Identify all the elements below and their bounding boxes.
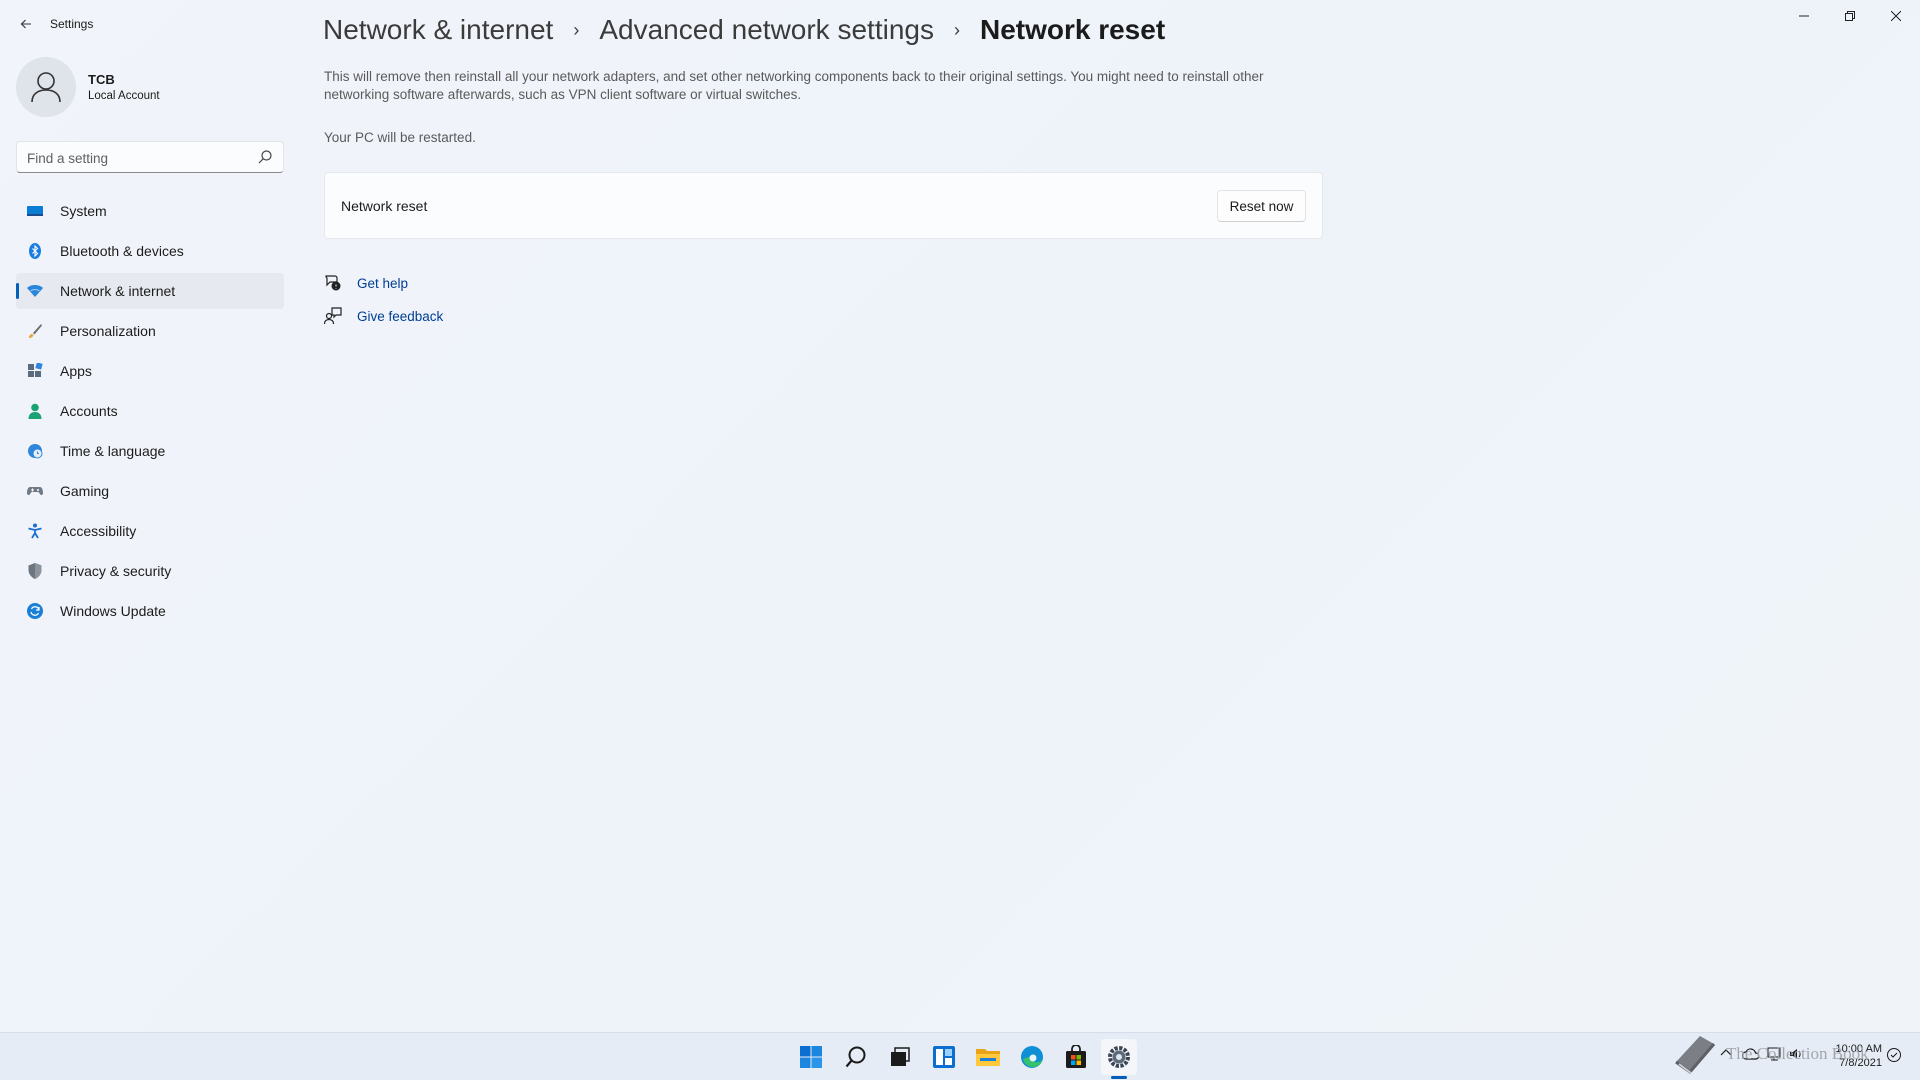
breadcrumb-advanced-network-settings[interactable]: Advanced network settings [599, 14, 934, 46]
page-title: Network reset [979, 14, 1166, 45]
search-box[interactable] [16, 141, 284, 173]
sidebar-item-time-language[interactable]: Time & language [16, 433, 284, 469]
back-arrow-icon [20, 19, 31, 29]
app-title: Settings [50, 17, 94, 31]
taskbar-file-explorer-button[interactable] [970, 1039, 1006, 1075]
help-icon [325, 275, 341, 291]
book-icon [1675, 1036, 1716, 1075]
search-icon[interactable] [257, 149, 273, 165]
start-icon [800, 1046, 822, 1068]
sidebar-item-apps[interactable]: Apps [16, 353, 284, 389]
sidebar-item-label: Bluetooth & devices [60, 243, 184, 259]
sidebar-item-label: Personalization [60, 323, 156, 339]
breadcrumb-network-internet[interactable]: Network & internet [323, 14, 553, 46]
taskbar-store-button[interactable] [1058, 1039, 1094, 1075]
taskbar-widgets-button[interactable] [926, 1039, 962, 1075]
sidebar-item-gaming[interactable]: Gaming [16, 473, 284, 509]
brush-icon [29, 324, 42, 338]
gamepad-icon [27, 487, 43, 496]
sidebar-item-system[interactable]: System [16, 193, 284, 229]
sidebar-item-label: Apps [60, 363, 92, 379]
sidebar-item-windows-update[interactable]: Windows Update [16, 593, 284, 629]
sidebar-item-label: Accounts [60, 403, 118, 419]
user-name: TCB [88, 72, 115, 87]
accessibility-icon [28, 523, 42, 539]
feedback-icon [324, 307, 342, 325]
sidebar-item-label: Accessibility [60, 523, 137, 539]
taskbar-task-view-button[interactable] [882, 1039, 918, 1075]
sidebar-item-label: System [60, 203, 107, 219]
sidebar-item-label: Privacy & security [60, 563, 172, 579]
restore-icon [1845, 11, 1855, 21]
active-app-indicator [1111, 1076, 1127, 1079]
sidebar-item-privacy[interactable]: Privacy & security [16, 553, 284, 589]
get-help-row[interactable]: Get help [324, 273, 408, 293]
search-input[interactable] [27, 148, 247, 168]
back-button[interactable] [14, 12, 38, 36]
sidebar-item-label: Network & internet [60, 283, 176, 299]
sidebar-item-label: Gaming [60, 483, 110, 499]
reset-now-button[interactable]: Reset now [1217, 190, 1306, 222]
wifi-icon [27, 285, 43, 297]
sidebar-item-label: Windows Update [60, 603, 166, 619]
taskbar-start-button[interactable] [793, 1039, 829, 1075]
breadcrumb: Network & internet › Advanced network se… [323, 10, 1165, 50]
user-icon [31, 72, 61, 103]
accounts-icon [28, 403, 42, 419]
sidebar-item-label: Time & language [60, 443, 166, 459]
close-button[interactable] [1873, 0, 1919, 32]
sidebar-item-accessibility[interactable]: Accessibility [16, 513, 284, 549]
taskbar-search-button[interactable] [838, 1039, 874, 1075]
sidebar-item-network[interactable]: Network & internet [16, 273, 284, 309]
network-reset-card: Network reset Reset now [324, 172, 1323, 239]
task-view-icon [891, 1047, 910, 1066]
widgets-icon [933, 1046, 955, 1068]
restore-button[interactable] [1827, 0, 1873, 32]
shield-icon [28, 563, 42, 579]
sidebar-item-personalization[interactable]: Personalization [16, 313, 284, 349]
file-explorer-icon [976, 1049, 1000, 1066]
bluetooth-icon [29, 243, 41, 259]
globe-clock-icon [28, 444, 43, 459]
avatar[interactable] [16, 57, 76, 117]
chevron-right-icon: › [953, 19, 960, 40]
close-icon [1891, 11, 1901, 21]
taskbar: 10:00 AM 7/8/2021 [0, 1032, 1920, 1080]
restart-note: Your PC will be restarted. [324, 130, 476, 145]
sidebar-nav: System Bluetooth & devices Network & int… [16, 193, 284, 633]
minimize-icon [1799, 15, 1809, 17]
account-type: Local Account [88, 90, 160, 102]
notification-icon[interactable] [1886, 1047, 1902, 1066]
edge-icon [1021, 1046, 1043, 1068]
store-icon [1066, 1045, 1086, 1068]
sidebar-item-bluetooth[interactable]: Bluetooth & devices [16, 233, 284, 269]
update-icon [27, 603, 43, 619]
settings-icon [1108, 1046, 1130, 1068]
card-label: Network reset [341, 198, 428, 214]
sidebar-item-accounts[interactable]: Accounts [16, 393, 284, 429]
watermark: The Collection Book [1670, 1030, 1869, 1078]
description-text: This will remove then reinstall all your… [324, 69, 1264, 102]
give-feedback-link[interactable]: Give feedback [357, 309, 443, 324]
minimize-button[interactable] [1781, 0, 1827, 32]
search-icon [845, 1046, 866, 1068]
watermark-text: The Collection Book [1726, 1044, 1869, 1063]
chevron-right-icon: › [573, 19, 580, 40]
apps-icon [28, 363, 43, 377]
system-icon [27, 206, 43, 216]
taskbar-settings-button[interactable] [1101, 1039, 1137, 1075]
get-help-link[interactable]: Get help [357, 276, 408, 291]
settings-window: Settings TCB Local Account System Blueto… [0, 0, 1920, 1032]
taskbar-edge-button[interactable] [1014, 1039, 1050, 1075]
give-feedback-row[interactable]: Give feedback [324, 306, 443, 326]
